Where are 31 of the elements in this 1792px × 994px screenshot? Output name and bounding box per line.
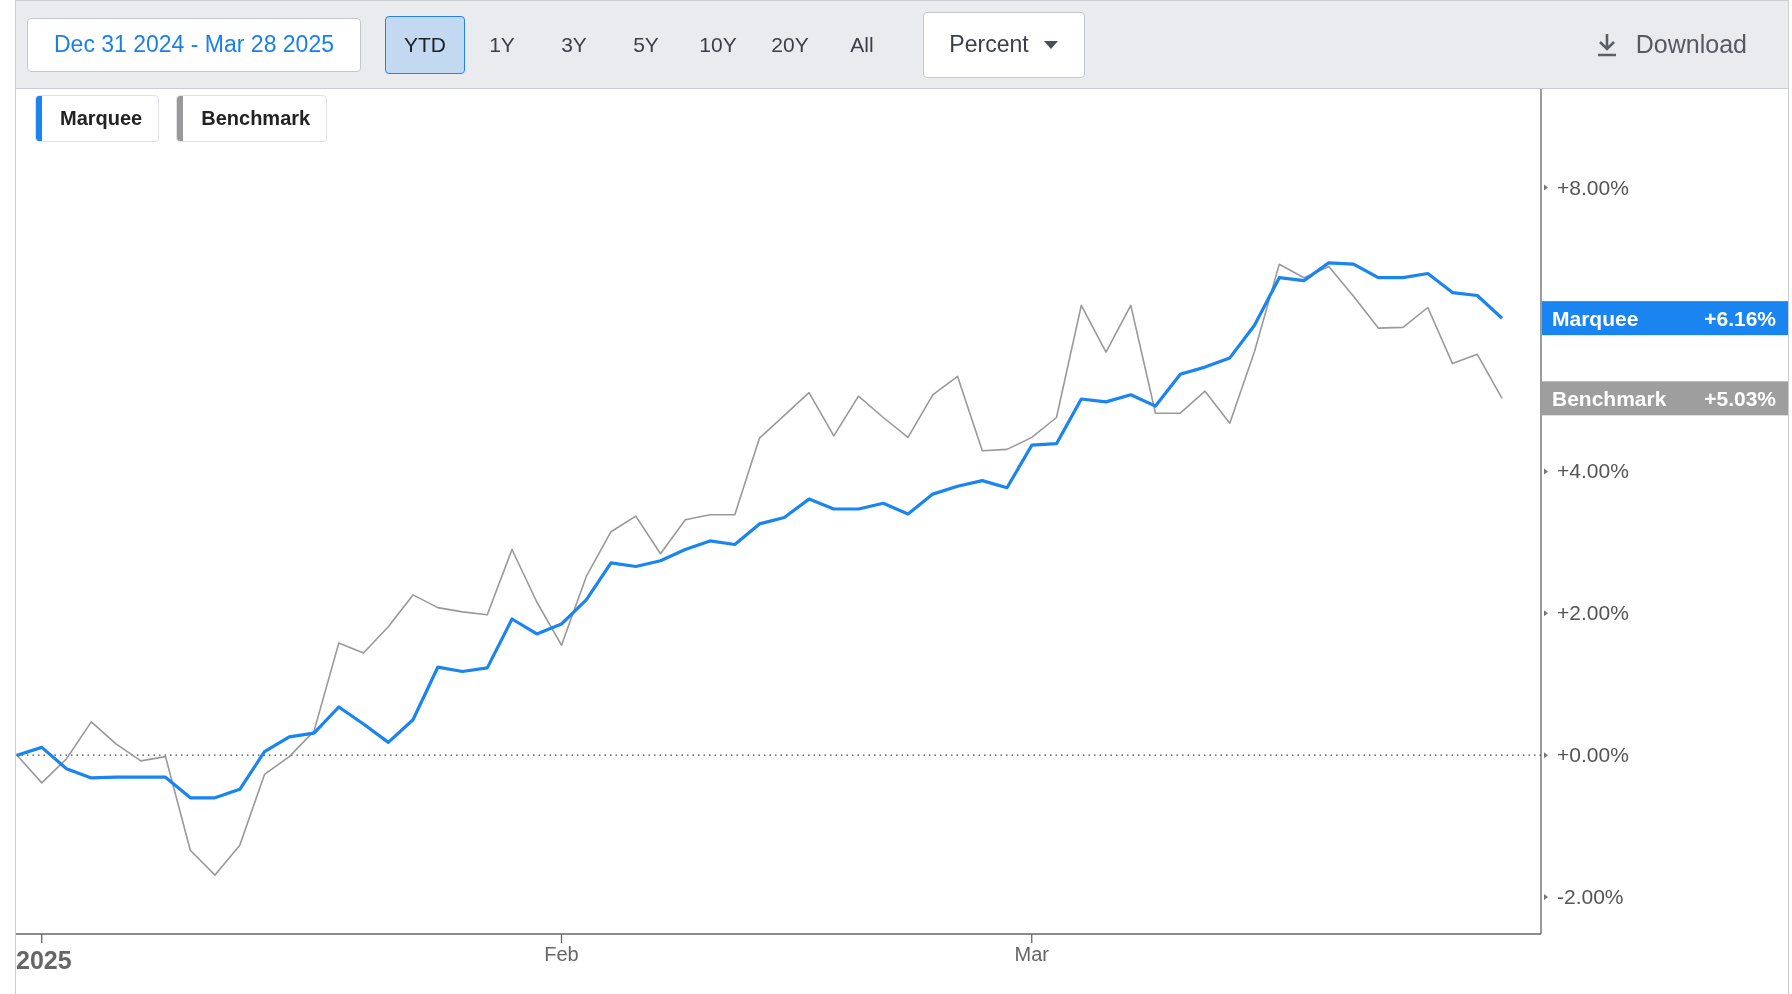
range-tab[interactable]: 1Y — [467, 15, 537, 74]
range-tab[interactable]: All — [827, 15, 897, 74]
range-tab[interactable]: 3Y — [539, 15, 609, 74]
tick-mark — [1544, 610, 1548, 617]
axis-label: +2.00% — [1557, 601, 1629, 625]
range-tab[interactable]: 20Y — [755, 15, 825, 74]
axis-label: +4.00% — [1557, 459, 1629, 483]
axis-label: Feb — [544, 943, 579, 965]
axis-label: +0.00% — [1557, 743, 1629, 767]
tag-value: +6.16% — [1704, 307, 1776, 331]
legend-item[interactable]: Marquee — [35, 95, 160, 142]
download-icon — [1595, 32, 1618, 57]
unit-dropdown[interactable]: Percent — [923, 11, 1085, 78]
axis-label: 2025 — [16, 946, 72, 974]
range-tab[interactable]: YTD — [385, 15, 465, 74]
tick-mark — [1544, 752, 1548, 759]
tag-label: Benchmark — [1552, 387, 1667, 411]
range-tab[interactable]: 10Y — [683, 15, 753, 74]
range-tab[interactable]: 5Y — [611, 15, 681, 74]
tick-mark — [1544, 468, 1548, 475]
date-range-button[interactable]: Dec 31 2024 - Mar 28 2025 — [27, 17, 361, 72]
download-button[interactable]: Download — [1595, 30, 1747, 59]
axis-label: -2.00% — [1557, 885, 1624, 909]
axis-label: Mar — [1014, 943, 1049, 965]
tick-mark — [1544, 894, 1548, 901]
legend-item[interactable]: Benchmark — [176, 95, 328, 142]
tag-value: +5.03% — [1704, 387, 1776, 411]
tick-mark — [1544, 184, 1548, 191]
tag-label: Marquee — [1552, 307, 1639, 331]
caret-icon — [1042, 39, 1059, 50]
axis-label: +8.00% — [1557, 175, 1629, 199]
